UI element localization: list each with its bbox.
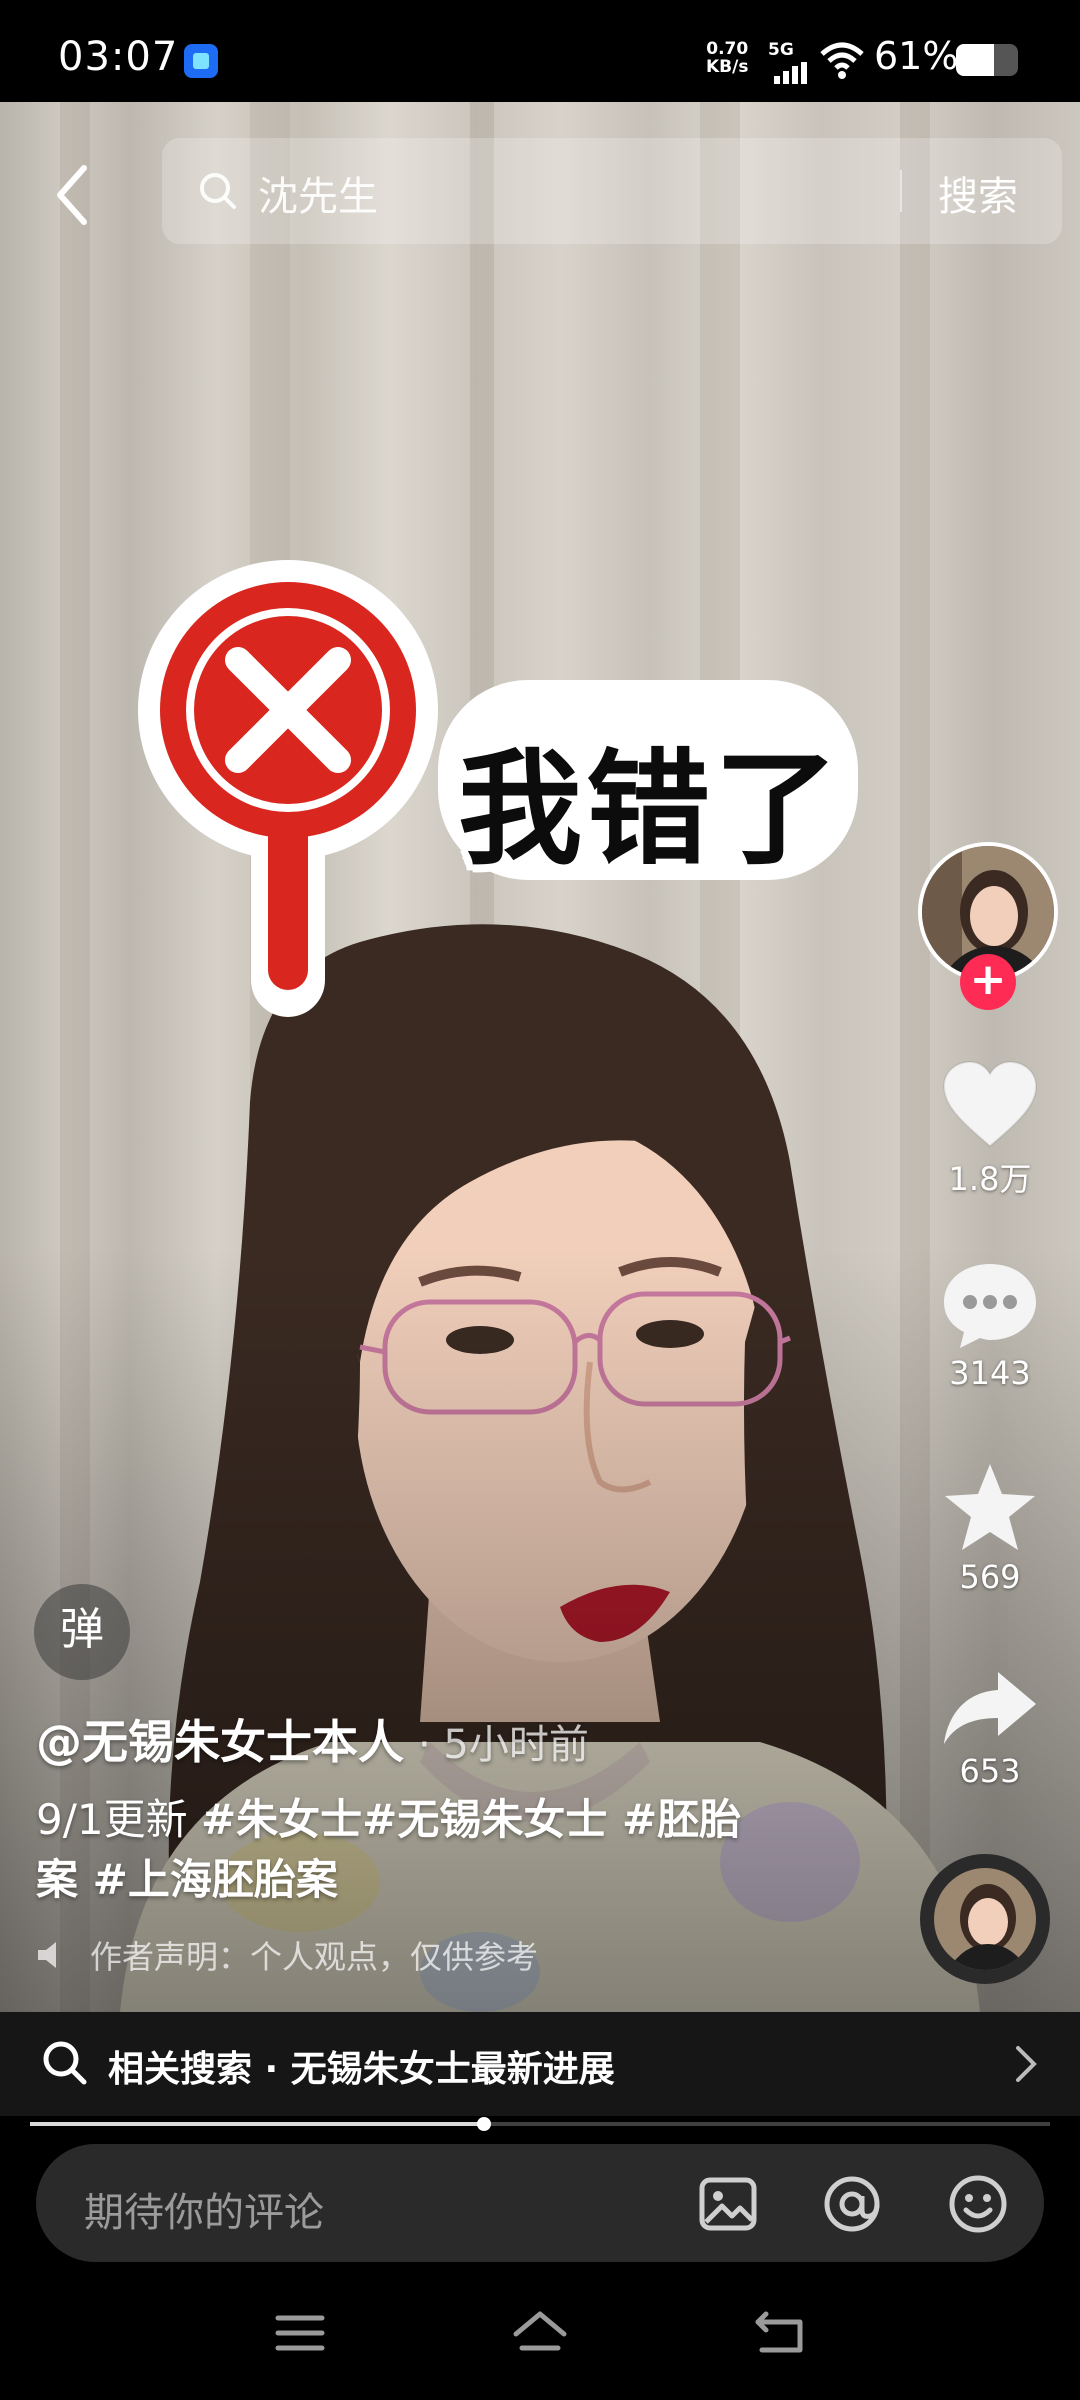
network-type: 5G [768,40,794,60]
share-count: 653 [959,1752,1021,1790]
video-player[interactable]: 沈先生 搜索 我错了 弹 @无锡朱女士本人 · 5小时前 9/1更新 #朱女士#无… [0,102,1080,2012]
wifi-icon [820,42,864,79]
sticker-text: 我错了 [458,738,843,882]
search-icon [200,173,236,209]
status-time: 03:07 [58,34,179,80]
at-mention-icon[interactable] [822,2174,882,2234]
search-query[interactable]: 沈先生 [258,164,378,222]
hashtag-line-1[interactable]: #朱女士#无锡朱女士 #胚胎 [201,1795,741,1844]
share-button[interactable]: 653 [920,1668,1060,1790]
post-caption: @无锡朱女士本人 · 5小时前 9/1更新 #朱女士#无锡朱女士 #胚胎 案 #上… [36,1706,876,1978]
battery-icon [956,44,1018,76]
search-divider [900,170,902,212]
network-speed-unit: KB/s [706,57,749,77]
post-time: · 5小时前 [418,1722,589,1768]
search-button[interactable]: 搜索 [938,164,1018,222]
star-icon [945,1464,1035,1550]
status-bar: 03:07 0.70 KB/s 5G 61% [0,0,1080,102]
author-name[interactable]: @无锡朱女士本人 [36,1715,404,1769]
chevron-right-icon [1016,2046,1037,2082]
danmu-button[interactable]: 弹 [34,1584,130,1680]
follow-button[interactable]: + [960,954,1016,1010]
sticker: 我错了 [138,560,898,1030]
system-nav-bar [0,2262,1080,2400]
comment-input[interactable]: 期待你的评论 [36,2144,1044,2262]
comment-count: 3143 [949,1354,1031,1392]
progress-knob[interactable] [476,2117,491,2131]
favorite-button[interactable]: 569 [920,1462,1060,1596]
like-count: 1.8万 [948,1160,1032,1198]
favorite-count: 569 [959,1558,1021,1596]
search-icon [43,2041,87,2085]
related-search-text[interactable]: 相关搜索 · 无锡朱女士最新进展 [108,2040,615,2092]
disclaimer-text: 作者声明：个人观点，仅供参考 [90,1938,539,1976]
speaker-icon [38,1942,56,1968]
comment-placeholder[interactable]: 期待你的评论 [84,2180,324,2238]
comment-button[interactable]: 3143 [920,1260,1060,1392]
back-icon[interactable] [752,2308,812,2358]
share-arrow-icon [944,1672,1036,1744]
music-disc[interactable] [920,1854,1050,1984]
author-disclaimer: 作者声明：个人观点，仅供参考 [36,1932,876,1978]
music-cover-image [934,1868,1036,1970]
heart-icon [942,1060,1038,1148]
network-speed-value: 0.70 [706,39,749,59]
home-icon[interactable] [510,2308,570,2358]
related-search-bar[interactable]: 相关搜索 · 无锡朱女士最新进展 [0,2012,1080,2116]
image-icon[interactable] [698,2174,758,2234]
signal-bars-icon [774,62,807,84]
video-progress-bar[interactable] [30,2117,1050,2131]
battery-level [956,44,994,76]
emoji-icon[interactable] [948,2174,1008,2234]
comment-icon [944,1264,1036,1348]
author-avatar[interactable]: + [918,842,1058,1010]
desc-prefix: 9/1更新 [36,1795,201,1844]
like-button[interactable]: 1.8万 [920,1060,1060,1200]
network-speed: 0.70 KB/s [706,40,748,76]
progress-played [30,2122,484,2126]
back-arrow-icon[interactable] [50,160,98,230]
hashtag-line-2[interactable]: 案 #上海胚胎案 [36,1855,338,1904]
notification-app-icon [184,44,218,78]
menu-icon[interactable] [270,2308,330,2358]
post-description: 9/1更新 #朱女士#无锡朱女士 #胚胎 案 #上海胚胎案 [36,1790,796,1910]
battery-percent: 61% [874,34,959,78]
search-bar[interactable]: 沈先生 搜索 [162,138,1062,244]
